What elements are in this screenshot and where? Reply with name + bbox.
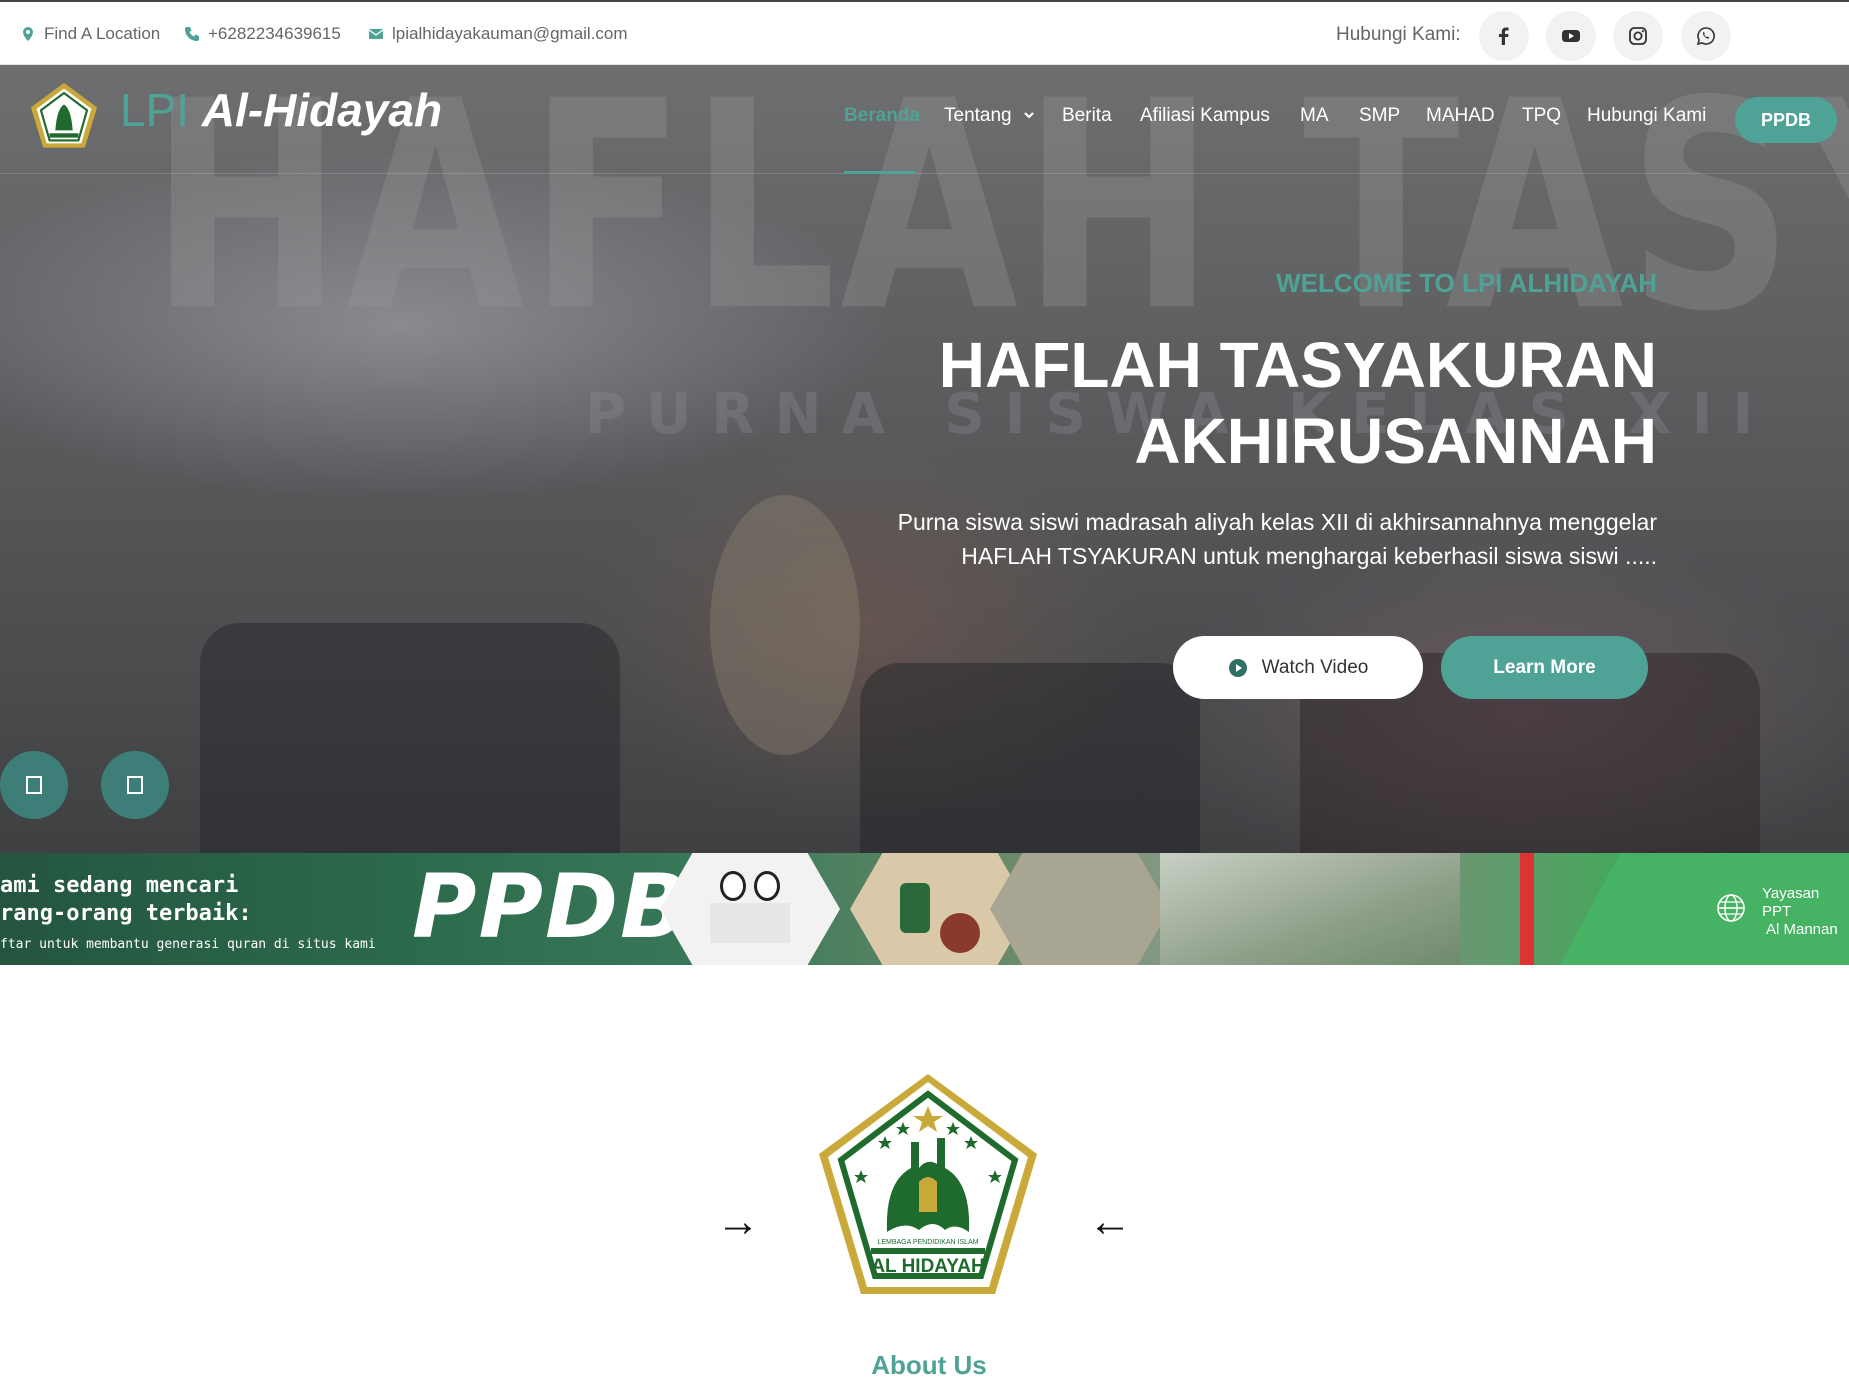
hero-title: HAFLAH TASYAKURAN AKHIRUSANNAH (757, 327, 1657, 479)
learn-more-button[interactable]: Learn More (1441, 636, 1648, 699)
location-text: Find A Location (44, 24, 161, 43)
hero-description-line1: Purna siswa siswi madrasah aliyah kelas … (897, 509, 1657, 535)
slider-prev-button[interactable] (0, 751, 68, 819)
chevron-down-icon (1024, 112, 1034, 119)
location-link[interactable]: Find A Location (20, 24, 160, 44)
hero-kicker: WELCOME TO LPI ALHIDAYAH (1276, 268, 1657, 298)
watch-video-button[interactable]: Watch Video (1173, 636, 1423, 699)
banner-yayasan-line1: Yayasan PPT (1762, 885, 1820, 920)
nav-item-tentang[interactable]: Tentang (944, 105, 1035, 127)
banner-photo-field (990, 853, 1170, 965)
facebook-button[interactable] (1479, 11, 1529, 61)
main-navbar: LPI Al-Hidayah Beranda Tentang Berita Af… (0, 65, 1849, 174)
banner-line1: ami sedang mencari (0, 873, 239, 898)
hero-title-line2: AKHIRUSANNAH (1134, 405, 1657, 477)
watch-video-label: Watch Video (1261, 656, 1369, 678)
about-us-title: About Us (871, 1350, 987, 1380)
arrow-right-icon: → (716, 1197, 760, 1246)
slider-next-button[interactable] (101, 751, 169, 819)
nav-item-beranda[interactable]: Beranda (844, 105, 920, 127)
banner-flag (1520, 853, 1534, 965)
al-hidayah-logo: LEMBAGA PENDIDIKAN ISLAM AL HIDAYAH (819, 1074, 1037, 1294)
hero-title-line1: HAFLAH TASYAKURAN (938, 329, 1657, 401)
site-logo-icon[interactable] (28, 80, 100, 152)
play-circle-icon (1228, 658, 1247, 677)
nav-item-hubungi-kami[interactable]: Hubungi Kami (1587, 105, 1706, 127)
nav-item-afiliasi-kampus[interactable]: Afiliasi Kampus (1140, 105, 1270, 127)
phone-link[interactable]: +6282234639615 (184, 24, 341, 44)
nav-item-smp[interactable]: SMP (1359, 105, 1400, 127)
email-link[interactable]: lpialhidayakauman@gmail.com (368, 24, 628, 44)
globe-icon (1717, 894, 1745, 922)
photo-people-center (860, 663, 1200, 853)
nav-item-tpq[interactable]: TPQ (1522, 105, 1561, 127)
phone-icon (185, 27, 199, 41)
ppdb-banner[interactable]: ami sedang mencari rang-orang terbaik: f… (0, 853, 1849, 965)
top-bar: Find A Location +6282234639615 lpialhida… (0, 0, 1849, 65)
banner-ppdb-text: PPDB (412, 855, 690, 958)
banner-photo-students (660, 853, 840, 965)
nav-item-berita[interactable]: Berita (1062, 105, 1112, 127)
hero-description: Purna siswa siswi madrasah aliyah kelas … (797, 505, 1657, 573)
photo-people-left (200, 623, 620, 853)
slider-next-icon (127, 776, 143, 794)
banner-line3: ftar untuk membantu generasi quran di si… (0, 937, 376, 952)
ppdb-button[interactable]: PPDB (1735, 97, 1837, 143)
whatsapp-icon (1696, 27, 1715, 46)
banner-line2: rang-orang terbaik: (0, 901, 252, 926)
nav-item-ma[interactable]: MA (1300, 105, 1329, 127)
arrow-left-icon: ← (1088, 1197, 1132, 1246)
instagram-icon (1629, 27, 1647, 45)
hero-description-line2: HAFLAH TSYAKURAN untuk menghargai keberh… (961, 543, 1657, 569)
slider-prev-icon (26, 776, 42, 794)
envelope-icon (368, 29, 384, 39)
brand-prefix: LPI (120, 84, 190, 136)
brand-name: Al-Hidayah (201, 84, 443, 136)
logo-subtext: LEMBAGA PENDIDIKAN ISLAM (877, 1239, 978, 1246)
phone-text: +6282234639615 (208, 24, 341, 43)
nav-item-tentang-label: Tentang (944, 105, 1012, 126)
youtube-button[interactable] (1546, 11, 1596, 61)
logo-text: AL HIDAYAH (871, 1256, 984, 1277)
hero-slider: HAFLAH TASYAKKUR PURNA SISWA KELAS XII L… (0, 65, 1849, 853)
facebook-icon (1499, 27, 1509, 45)
nav-item-mahad[interactable]: MAHAD (1426, 105, 1495, 127)
site-brand[interactable]: LPI Al-Hidayah (120, 83, 442, 138)
nav-active-indicator (844, 171, 915, 174)
contact-label: Hubungi Kami: (1336, 24, 1461, 45)
location-pin-icon (23, 27, 33, 41)
instagram-button[interactable] (1613, 11, 1663, 61)
banner-yayasan-line2: Al Mannan (1766, 921, 1838, 938)
banner-yayasan: Yayasan PPT Al Mannan (1762, 885, 1849, 939)
whatsapp-button[interactable] (1681, 11, 1731, 61)
youtube-icon (1562, 30, 1580, 42)
email-text: lpialhidayakauman@gmail.com (392, 24, 628, 43)
banner-photo-building (1160, 853, 1460, 965)
